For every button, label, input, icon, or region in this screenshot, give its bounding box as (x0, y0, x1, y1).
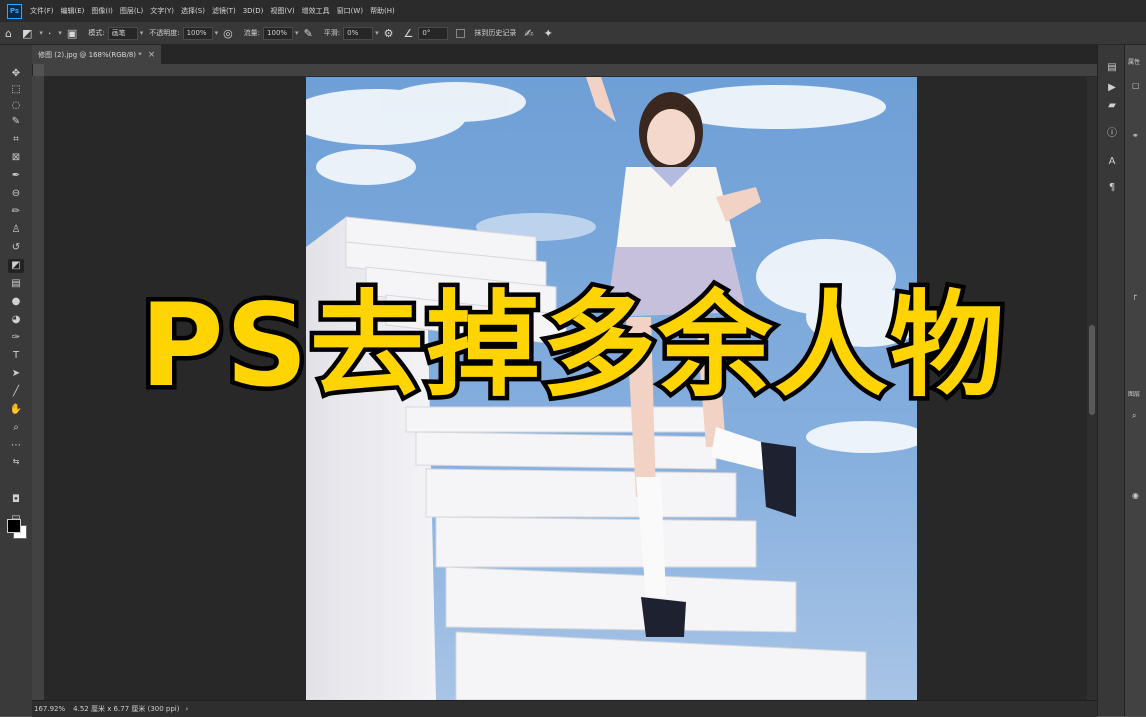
angle-icon: ∠ (403, 26, 414, 40)
swap-colors-icon[interactable]: ⇆ (8, 455, 24, 469)
marquee-tool-icon[interactable]: ⬚ (8, 83, 24, 97)
comments-icon[interactable]: ▰ (1105, 99, 1119, 113)
mode-select[interactable]: 画笔 (107, 26, 138, 40)
close-icon[interactable]: × (148, 50, 156, 60)
chevron-down-icon[interactable]: ▾ (140, 29, 144, 37)
foreground-color-swatch[interactable] (7, 519, 21, 533)
paragraph-panel-icon[interactable]: ¶ (1105, 181, 1119, 195)
menu-view[interactable]: 视图(V) (270, 6, 294, 16)
history-brush-tool-icon[interactable]: ↺ (8, 241, 24, 255)
quick-select-tool-icon[interactable]: ✎ (8, 115, 24, 129)
angle-field[interactable]: 0° (418, 26, 449, 40)
gear-icon[interactable]: ⚙ (384, 27, 394, 40)
menu-3d[interactable]: 3D(D) (243, 7, 264, 15)
ruler-horizontal[interactable] (44, 64, 1097, 77)
overlay-title: PS去掉多余人物 (136, 275, 1009, 417)
zoom-level[interactable]: 167.92% (34, 705, 65, 713)
brush-panel-icon[interactable]: ▣ (67, 27, 77, 40)
pressure-opacity-icon[interactable]: ◎ (223, 27, 233, 40)
frame-tool-icon[interactable]: ⊠ (8, 151, 24, 165)
menu-file[interactable]: 文件(F) (30, 6, 54, 16)
flow-label: 流量: (243, 29, 261, 37)
chevron-down-icon[interactable]: ▾ (39, 29, 43, 37)
smooth-field[interactable]: 0% (343, 26, 374, 40)
brush-tool-icon[interactable]: ✏ (8, 205, 24, 219)
clone-stamp-tool-icon[interactable]: ♙ (8, 223, 24, 237)
properties-tab[interactable]: 属性 (1128, 57, 1140, 66)
crop-tool-icon[interactable]: ⌗ (8, 133, 24, 147)
eraser-icon[interactable]: ◩ (22, 27, 32, 40)
eraser-tool-icon[interactable]: ◩ (8, 259, 24, 273)
lasso-tool-icon[interactable]: ◌ (8, 99, 24, 113)
pressure-size-icon[interactable]: ✍ (524, 27, 533, 40)
eye-icon[interactable]: ◉ (1132, 491, 1139, 500)
menu-layer[interactable]: 图层(L) (120, 6, 143, 16)
chevron-down-icon[interactable]: ▾ (375, 29, 379, 37)
info-icon[interactable]: ⓘ (1105, 127, 1119, 141)
chevron-down-icon[interactable]: ▾ (295, 29, 299, 37)
link-icon: ⚭ (1132, 131, 1139, 140)
brush-size-icon[interactable]: · (48, 27, 52, 40)
menu-image[interactable]: 图像(I) (91, 6, 113, 16)
document-tab-label: 修图 (2).jpg @ 168%(RGB/8) * (38, 50, 142, 59)
zoom-tool-icon[interactable]: ⌕ (8, 421, 24, 435)
menu-help[interactable]: 帮助(H) (370, 6, 395, 16)
chevron-down-icon[interactable]: ▾ (215, 29, 219, 37)
quick-mask-icon[interactable]: ◘ (8, 493, 24, 507)
play-actions-icon[interactable]: ▶ (1105, 81, 1119, 95)
smooth-label: 平滑: (323, 29, 341, 37)
photoshop-logo: Ps (7, 3, 22, 19)
opacity-label: 不透明度: (149, 29, 180, 37)
home-icon[interactable]: ⌂ (5, 27, 12, 40)
erase-history-label: 抹到历史记录 (474, 29, 517, 37)
title-overlay: PS去掉多余人物 (0, 275, 1146, 417)
document-tab-bar: 修图 (2).jpg @ 168%(RGB/8) * × (32, 45, 1097, 64)
menu-select[interactable]: 选择(S) (181, 6, 205, 16)
menu-plugins[interactable]: 增效工具 (302, 6, 330, 16)
menu-type[interactable]: 文字(Y) (150, 6, 174, 16)
menu-window[interactable]: 窗口(W) (337, 6, 363, 16)
options-bar: ⌂ ◩ ▾ · ▾ ▣ 模式: 画笔 ▾ 不透明度: 100% ▾ ◎ 流量: … (0, 22, 1146, 45)
mode-label: 模式: (88, 29, 105, 37)
document-tab[interactable]: 修图 (2).jpg @ 168%(RGB/8) * × (32, 45, 162, 64)
document-icon: ▢ (1132, 81, 1140, 90)
document-size-info: 4.52 厘米 x 6.77 厘米 (300 ppi) (73, 705, 180, 713)
erase-history-checkbox[interactable] (456, 28, 466, 38)
status-menu-arrow[interactable]: › (185, 705, 188, 713)
status-bar: 167.92% 4.52 厘米 x 6.77 厘米 (300 ppi) › (32, 700, 1097, 717)
more-tools-icon[interactable]: ⋯ (8, 439, 24, 453)
opacity-field[interactable]: 100% (182, 26, 213, 40)
airbrush-icon[interactable]: ✎ (304, 27, 313, 40)
chevron-down-icon[interactable]: ▾ (58, 29, 62, 37)
history-panel-icon[interactable]: ▤ (1105, 61, 1119, 75)
move-tool-icon[interactable]: ✥ (8, 67, 24, 81)
menu-bar: Ps 文件(F) 编辑(E) 图像(I) 图层(L) 文字(Y) 选择(S) 滤… (0, 0, 1146, 23)
character-panel-icon[interactable]: A (1105, 155, 1119, 169)
healing-brush-tool-icon[interactable]: ⊖ (8, 187, 24, 201)
menu-filter[interactable]: 滤镜(T) (212, 6, 236, 16)
flow-field[interactable]: 100% (263, 26, 294, 40)
symmetry-icon[interactable]: ✦ (544, 27, 553, 40)
eyedropper-tool-icon[interactable]: ✒ (8, 169, 24, 183)
menu-edit[interactable]: 编辑(E) (61, 6, 85, 16)
